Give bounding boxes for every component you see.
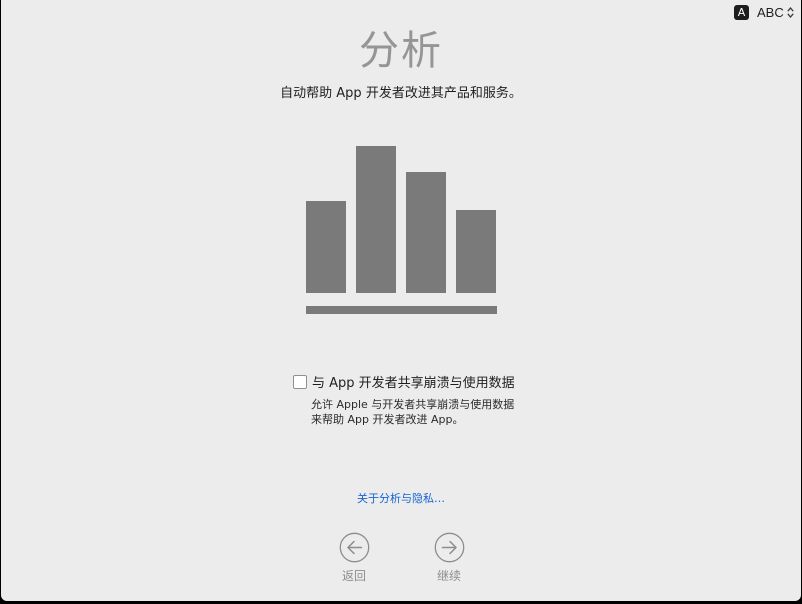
arrow-left-circle-icon — [339, 532, 369, 563]
illustration-bar-3 — [406, 172, 446, 293]
share-data-checkbox[interactable] — [293, 374, 307, 389]
illustration-baseline — [306, 306, 497, 314]
page-subtitle: 自动帮助 App 开发者改进其产品和服务。 — [280, 86, 522, 101]
continue-button[interactable]: 继续 — [419, 532, 479, 584]
chevron-updown-icon — [787, 7, 794, 18]
illustration-bar-4 — [456, 210, 496, 293]
back-button[interactable]: 返回 — [324, 532, 384, 584]
illustration-bar-1 — [306, 201, 346, 293]
continue-label: 继续 — [436, 569, 461, 583]
description-line-2: 来帮助 App 开发者改进 App。 — [311, 413, 464, 426]
illustration-bar-2 — [356, 146, 396, 293]
page-title: 分析 — [359, 28, 443, 74]
share-data-option[interactable]: 与 App 开发者共享崩溃与使用数据 — [293, 372, 515, 391]
description-line-1: 允许 Apple 与开发者共享崩溃与使用数据 — [311, 398, 515, 411]
back-label: 返回 — [341, 569, 366, 583]
share-data-description: 允许 Apple 与开发者共享崩溃与使用数据 来帮助 App 开发者改进 App… — [311, 397, 514, 427]
privacy-link[interactable]: 关于分析与隐私… — [1, 490, 801, 506]
setup-assistant-window: A ABC 分析 自动帮助 App 开发者改进其产品和服务。 与 App 开发者… — [1, 0, 801, 601]
share-data-label[interactable]: 与 App 开发者共享崩溃与使用数据 — [312, 372, 515, 391]
arrow-right-circle-icon — [434, 532, 464, 563]
bar-chart-icon — [306, 146, 497, 314]
